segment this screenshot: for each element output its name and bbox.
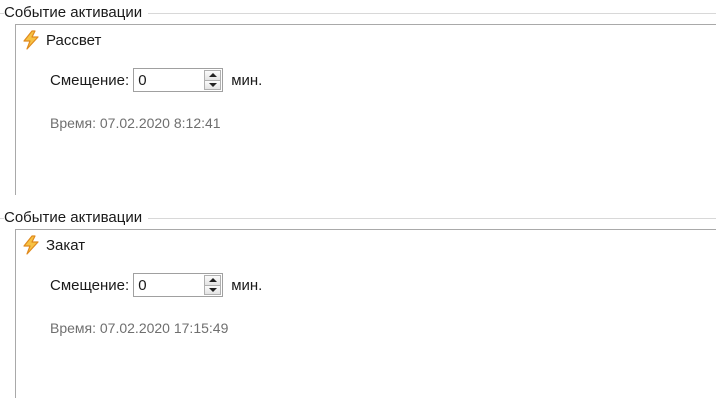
event-name: Закат: [46, 236, 86, 254]
spin-up-button[interactable]: [204, 275, 222, 286]
group-header: Событие активации: [0, 205, 716, 231]
offset-label: Смещение:: [50, 276, 130, 294]
event-time: Время: 07.02.2020 17:15:49: [50, 320, 229, 336]
group-title: Событие активации: [4, 4, 149, 22]
group-box: Закат Смещение: 0 мин. Время: 07.02.2020…: [15, 229, 716, 398]
lightning-bolt-icon: [22, 235, 40, 255]
spin-buttons: [204, 275, 222, 295]
spin-down-button[interactable]: [204, 285, 222, 295]
arrow-down-icon: [208, 287, 217, 292]
arrow-up-icon: [208, 278, 217, 283]
offset-spinbox[interactable]: 0: [133, 68, 224, 92]
spin-up-button[interactable]: [204, 70, 222, 81]
event-row: Рассвет: [22, 29, 101, 51]
activation-event-group-sunrise: Событие активации Рассвет Смещение: 0 ми…: [0, 0, 716, 195]
offset-value[interactable]: 0: [138, 72, 146, 90]
spin-buttons: [204, 70, 222, 90]
event-name: Рассвет: [46, 31, 102, 49]
spin-down-button[interactable]: [204, 80, 222, 90]
arrow-up-icon: [208, 73, 217, 78]
event-row: Закат: [22, 234, 85, 256]
lightning-bolt-icon: [22, 30, 40, 50]
activation-event-group-sunset: Событие активации Закат Смещение: 0 мин.…: [0, 205, 716, 398]
offset-row: Смещение: 0 мин.: [50, 66, 262, 94]
event-time: Время: 07.02.2020 8:12:41: [50, 115, 221, 131]
offset-label: Смещение:: [50, 71, 130, 89]
offset-spinbox[interactable]: 0: [133, 273, 224, 297]
offset-unit: мин.: [231, 71, 263, 89]
group-box: Рассвет Смещение: 0 мин. Время: 07.02.20…: [15, 24, 716, 195]
offset-unit: мин.: [231, 276, 263, 294]
group-title: Событие активации: [4, 209, 149, 227]
group-header: Событие активации: [0, 0, 716, 26]
offset-value[interactable]: 0: [138, 277, 146, 295]
offset-row: Смещение: 0 мин.: [50, 271, 262, 299]
arrow-down-icon: [208, 82, 217, 87]
